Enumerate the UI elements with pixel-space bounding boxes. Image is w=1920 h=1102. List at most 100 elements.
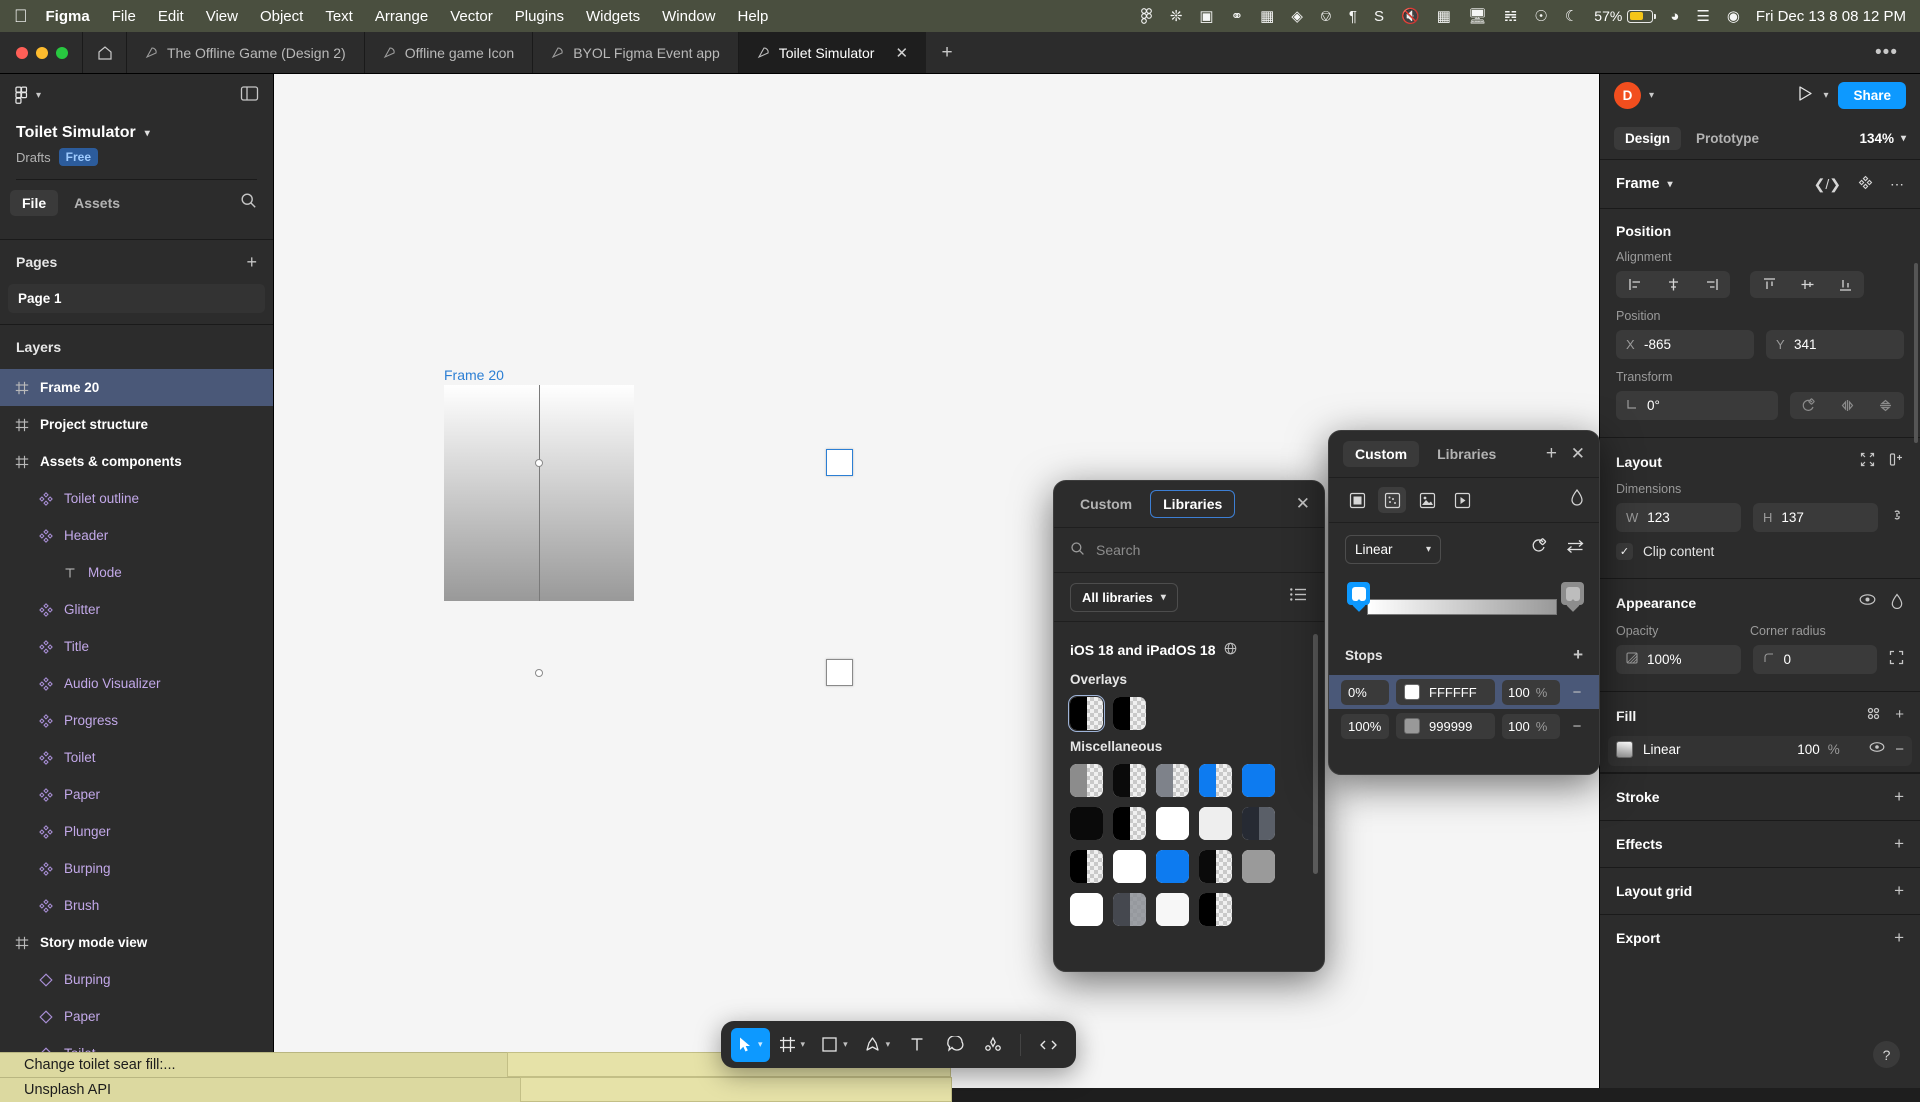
flip-icon[interactable] [1566,538,1585,560]
scrollbar[interactable] [1313,634,1318,874]
display-tile-icon[interactable]: ▣ [1199,7,1213,25]
search-icon[interactable] [240,192,257,214]
bluetooth-icon[interactable]: 𝌦 [1504,7,1517,25]
tab-custom[interactable]: Custom [1343,441,1419,467]
fill-color-swatch[interactable] [1616,741,1633,758]
vpn-icon[interactable]: ◈ [1291,7,1303,25]
color-swatch[interactable] [1199,807,1232,840]
layer-item-frame-20[interactable]: Frame 20 [0,369,273,406]
gradient-start-handle[interactable] [535,459,543,467]
more-icon[interactable]: ⋯ [1890,176,1904,193]
share-button[interactable]: Share [1838,82,1906,109]
menu-item-help[interactable]: Help [738,8,769,25]
gradient-stop-marker-0[interactable] [1347,582,1370,605]
color-swatch[interactable] [1199,893,1232,926]
menu-item-plugins[interactable]: Plugins [515,8,564,25]
color-swatch[interactable] [1242,850,1275,883]
code-icon[interactable]: ❮/❯ [1814,176,1841,193]
video-fill-icon[interactable] [1448,487,1476,513]
pen-tool[interactable]: ▾ [857,1028,898,1062]
gradient-stop-handle-end[interactable] [826,659,853,686]
tab-toilet-simulator[interactable]: Toilet Simulator ✕ [738,32,926,73]
color-swatch[interactable] [1113,807,1146,840]
width-input[interactable]: W 123 [1616,503,1741,532]
color-swatch[interactable] [1156,893,1189,926]
color-swatch[interactable] [1070,850,1103,883]
library-search-field[interactable]: Search [1054,528,1324,572]
menu-item-text[interactable]: Text [325,8,353,25]
color-swatch[interactable] [1070,807,1103,840]
add-stop-button[interactable]: + [1573,645,1583,665]
close-window-button[interactable] [16,47,28,59]
x-position-input[interactable]: X -865 [1616,330,1754,359]
layer-item-title[interactable]: Title [0,628,273,665]
flip-vertical-icon[interactable] [1866,392,1904,419]
stop-opacity-input[interactable]: 100% [1502,714,1560,739]
help-button[interactable]: ? [1873,1041,1900,1068]
link-icon[interactable] [1890,507,1904,528]
layer-item-project-structure[interactable]: Project structure [0,406,273,443]
close-icon[interactable]: ✕ [1296,494,1310,514]
paragraph-icon[interactable]: ¶ [1349,8,1357,25]
record-icon[interactable]: ⚭ [1231,7,1244,25]
stop-position-input[interactable]: 0% [1341,680,1389,705]
layer-item-glitter[interactable]: Glitter [0,591,273,628]
gradient-stop-marker-1[interactable] [1561,582,1584,605]
plus-icon[interactable]: + [1895,706,1904,725]
clip-content-row[interactable]: ✓ Clip content [1616,543,1904,560]
tab-libraries[interactable]: Libraries [1150,490,1235,518]
menu-item-window[interactable]: Window [662,8,715,25]
layer-item-toilet-outline[interactable]: Toilet outline [0,480,273,517]
zoom-control[interactable]: 134% ▾ [1859,131,1906,146]
node-type-dropdown[interactable]: Frame ▾ [1616,176,1673,192]
tab-design[interactable]: Design [1614,127,1681,150]
add-button[interactable]: + [1894,881,1904,901]
figma-menu-icon[interactable] [1140,8,1153,24]
stop-color-swatch[interactable] [1404,684,1420,700]
menu-item-object[interactable]: Object [260,8,303,25]
clip-content-checkbox[interactable]: ✓ [1616,543,1633,560]
layer-item-audio-visualizer[interactable]: Audio Visualizer [0,665,273,702]
color-swatch[interactable] [1199,850,1232,883]
stop-color-swatch[interactable] [1404,718,1420,734]
layer-item-story-mode-view[interactable]: Story mode view [0,924,273,961]
tab-the-offline-game[interactable]: The Offline Game (Design 2) [126,32,364,73]
autolayout-collapse-icon[interactable] [1860,452,1875,471]
list-view-icon[interactable] [1290,587,1308,607]
frame-tool[interactable]: ▾ [772,1028,813,1062]
dev-mode-tool[interactable] [1030,1028,1066,1062]
component-icon[interactable] [1858,175,1873,193]
layer-item-brush[interactable]: Brush [0,887,273,924]
screen-icon[interactable]: 🖥 [1468,7,1487,25]
stop-color-input[interactable]: FFFFFF [1396,679,1495,705]
comment-tool[interactable] [937,1028,973,1062]
rotate-icon[interactable] [1531,538,1548,560]
eye-icon[interactable] [1869,740,1885,758]
autocomplete-suggestion-2[interactable]: Unsplash API [0,1077,520,1102]
gradient-stop-row[interactable]: 100%999999100%− [1329,709,1599,743]
tab-custom[interactable]: Custom [1068,491,1144,517]
chevron-down-icon[interactable]: ▾ [1649,90,1654,101]
remove-stop-button[interactable]: − [1567,718,1587,735]
menu-bar-clock[interactable]: Fri Dec 13 8 08 12 PM [1756,8,1906,25]
tab-assets[interactable]: Assets [62,190,132,216]
fill-opacity-input[interactable]: 100 % [1797,742,1859,757]
independent-corners-icon[interactable] [1889,650,1904,670]
add-button[interactable]: + [1894,787,1904,807]
fill-item-linear[interactable]: Linear 100 % − [1616,740,1904,758]
solid-fill-icon[interactable] [1343,487,1371,513]
color-swatch[interactable] [1113,893,1146,926]
chevron-down-icon[interactable]: ▾ [1823,90,1828,101]
align-horizontal-center-icon[interactable] [1654,271,1692,298]
stripe-icon[interactable]: S [1374,8,1384,25]
grid-icon[interactable]: ▦ [1437,7,1451,25]
page-item-page-1[interactable]: Page 1 [8,284,265,313]
layer-item-mode[interactable]: Mode [0,554,273,591]
chevron-down-icon[interactable]: ▾ [843,1039,848,1050]
tab-byol-figma-event-app[interactable]: BYOL Figma Event app [532,32,738,73]
openai-icon[interactable]: ❊ [1170,7,1183,25]
align-bottom-icon[interactable] [1826,271,1864,298]
layer-item-paper[interactable]: Paper [0,776,273,813]
right-panel-scrollbar[interactable] [1914,263,1918,443]
height-input[interactable]: H 137 [1753,503,1878,532]
